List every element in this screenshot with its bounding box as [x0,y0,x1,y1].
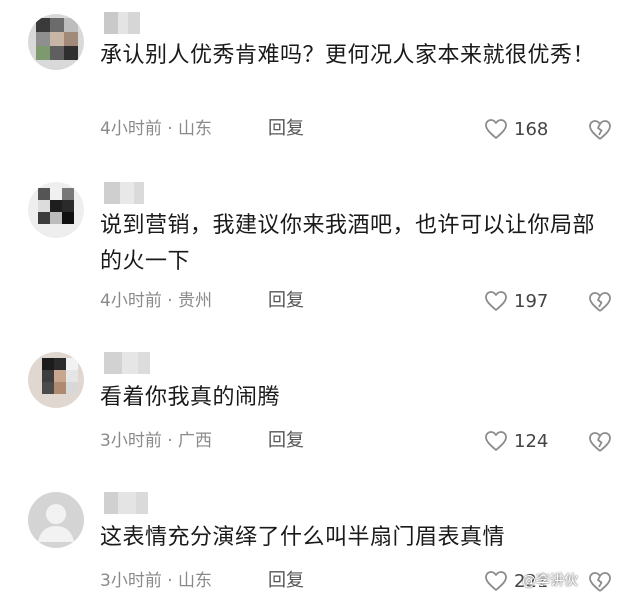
meta-separator: · [167,571,173,591]
reply-button[interactable]: 回复 [268,428,304,454]
username-blurred[interactable] [104,12,140,34]
meta-separator: · [167,431,173,451]
like-button[interactable]: 124 [484,428,548,454]
broken-heart-icon[interactable] [588,430,612,454]
reply-button[interactable]: 回复 [268,568,304,594]
comment-text: 这表情充分演绎了什么叫半扇门眉表真情 [100,525,506,550]
heart-outline-icon [485,431,507,451]
comment-location: 山东 [178,571,213,591]
comment-meta: 4小时前 · 贵州 [100,288,212,314]
comment-time: 4小时前 [100,119,162,139]
comment-text: 说到营销，我建议你来我酒吧，也许可以让你局部的火一下 [100,213,596,274]
like-count: 168 [514,118,549,140]
like-button[interactable]: 168 [484,116,548,142]
username-blurred[interactable] [104,352,150,374]
like-button[interactable]: 197 [484,288,548,314]
reply-button[interactable]: 回复 [268,288,304,314]
comment-text: 看着你我真的闹腾 [100,385,281,410]
comment-meta: 3小时前 · 山东 [100,568,212,594]
meta-separator: · [167,291,173,311]
watermark: @李讲伙 [522,573,578,589]
comment-meta: 4小时前 · 山东 [100,116,212,142]
avatar[interactable] [28,492,84,548]
comment-meta: 3小时前 · 广西 [100,428,212,454]
avatar[interactable] [28,352,84,408]
username-blurred[interactable] [104,492,148,514]
comment-item: 承认别人优秀肯难吗？更何况人家本来就很优秀！ 4小时前 · 山东 回复 168 [0,0,640,160]
like-count: 197 [514,290,549,312]
like-count: 124 [514,430,549,452]
comment-location: 贵州 [178,291,213,311]
reply-button[interactable]: 回复 [268,116,304,142]
broken-heart-icon[interactable] [588,570,612,594]
comment-location: 山东 [178,119,213,139]
comment-item: 说到营销，我建议你来我酒吧，也许可以让你局部的火一下 4小时前 · 贵州 回复 … [0,172,640,332]
comment-time: 4小时前 [100,291,162,311]
heart-outline-icon [485,571,507,591]
comment-item: 看着你我真的闹腾 3小时前 · 广西 回复 124 [0,344,640,464]
comment-text: 承认别人优秀肯难吗？更何况人家本来就很优秀！ [100,43,596,68]
comment-location: 广西 [178,431,213,451]
heart-outline-icon [485,119,507,139]
username-blurred[interactable] [104,182,144,204]
avatar[interactable] [28,182,84,238]
meta-separator: · [167,119,173,139]
default-avatar-icon [38,504,74,542]
avatar[interactable] [28,14,84,70]
broken-heart-icon[interactable] [588,290,612,314]
comment-time: 3小时前 [100,571,162,591]
heart-outline-icon [485,291,507,311]
comment-time: 3小时前 [100,431,162,451]
broken-heart-icon[interactable] [588,118,612,142]
